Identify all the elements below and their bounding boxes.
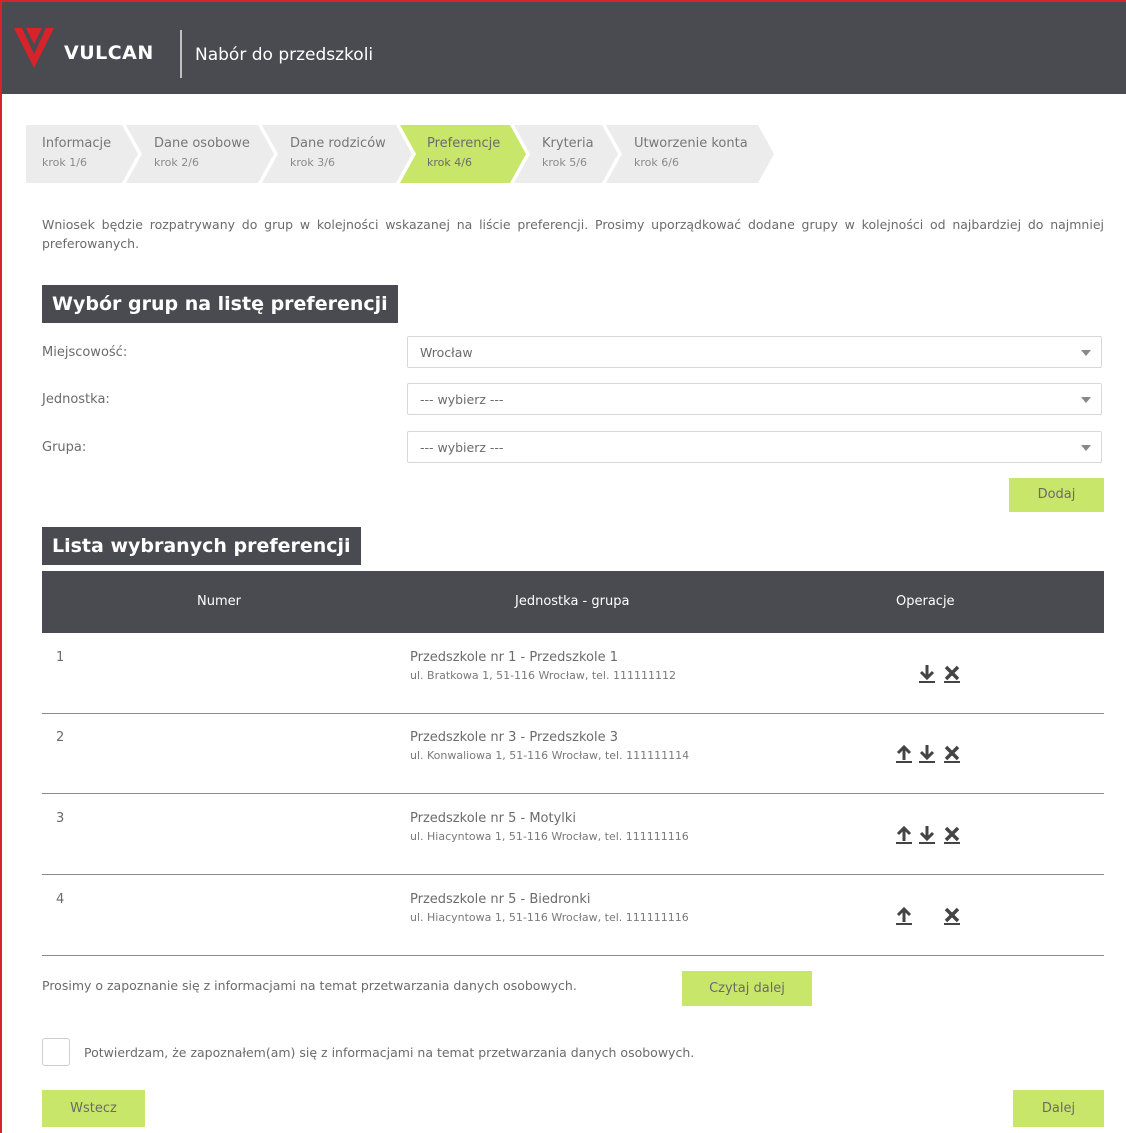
step-4-sub: krok 4/6 <box>427 156 472 169</box>
row-unit-name: Przedszkole nr 5 - Motylki <box>410 811 577 826</box>
row-unit-name: Przedszkole nr 1 - Przedszkole 1 <box>410 650 618 665</box>
privacy-confirm-label: Potwierdzam, że zapoznałem(am) się z inf… <box>84 1045 695 1060</box>
close-icon[interactable] <box>942 744 962 764</box>
city-label: Miejscowość: <box>42 345 128 360</box>
arrow-up-icon[interactable] <box>894 906 914 926</box>
row-unit-address: ul. Hiacyntowa 1, 51-116 Wrocław, tel. 1… <box>410 830 689 843</box>
step-2-title: Dane osobowe <box>154 136 250 151</box>
chevron-down-icon <box>1081 445 1091 451</box>
step-5-title: Kryteria <box>542 136 594 151</box>
step-4-title: Preferencje <box>427 136 501 151</box>
step-1-title: Informacje <box>42 136 112 151</box>
step-1-sub: krok 1/6 <box>42 156 87 169</box>
step-2[interactable]: Dane osobowe krok 2/6 <box>136 125 266 183</box>
step-3-title: Dane rodziców <box>290 136 386 151</box>
table-header: Numer Jednostka - grupa Operacje <box>42 571 1104 633</box>
back-button[interactable]: Wstecz <box>42 1090 145 1127</box>
selection-section-title: Wybór grup na listę preferencji <box>42 285 398 323</box>
vulcan-logo-icon <box>14 28 54 68</box>
city-select[interactable]: Wrocław <box>407 336 1102 368</box>
chevron-down-icon <box>1081 350 1091 356</box>
step-6[interactable]: Utworzenie konta krok 6/6 <box>616 125 766 183</box>
step-4-active[interactable]: Preferencje krok 4/6 <box>410 125 520 183</box>
app-title: Nabór do przedszkoli <box>195 45 374 65</box>
arrow-up-icon[interactable] <box>894 744 914 764</box>
step-5-sub: krok 5/6 <box>542 156 587 169</box>
privacy-confirm-checkbox[interactable] <box>42 1038 70 1066</box>
table-row: 3 Przedszkole nr 5 - Motylki ul. Hiacynt… <box>42 795 1104 875</box>
arrow-up-icon[interactable] <box>894 825 914 845</box>
logo-text: VULCAN <box>64 42 154 64</box>
close-icon[interactable] <box>942 664 962 684</box>
app-header: VULCAN Nabór do przedszkoli <box>2 2 1126 94</box>
step-3-sub: krok 3/6 <box>290 156 335 169</box>
arrow-down-icon[interactable] <box>917 664 937 684</box>
intro-text: Wniosek będzie rozpatrywany do grup w ko… <box>42 217 1104 251</box>
header-divider <box>180 30 182 78</box>
row-number: 1 <box>56 650 65 665</box>
privacy-info-text: Prosimy o zapoznanie się z informacjami … <box>42 978 577 993</box>
group-label: Grupa: <box>42 440 87 455</box>
list-section-title: Lista wybranych preferencji <box>42 527 361 565</box>
unit-select-value: --- wybierz --- <box>420 392 504 407</box>
city-select-value: Wrocław <box>420 345 473 360</box>
close-icon[interactable] <box>942 906 962 926</box>
step-6-title: Utworzenie konta <box>634 136 748 151</box>
table-row: 1 Przedszkole nr 1 - Przedszkole 1 ul. B… <box>42 634 1104 714</box>
row-unit-name: Przedszkole nr 5 - Biedronki <box>410 892 591 907</box>
row-unit-address: ul. Bratkowa 1, 51-116 Wrocław, tel. 111… <box>410 669 676 682</box>
step-2-sub: krok 2/6 <box>154 156 199 169</box>
step-3[interactable]: Dane rodziców krok 3/6 <box>272 125 402 183</box>
read-more-button[interactable]: Czytaj dalej <box>682 971 812 1006</box>
column-header-number: Numer <box>197 594 241 609</box>
unit-label: Jednostka: <box>42 392 110 407</box>
column-header-unit-group: Jednostka - grupa <box>515 594 630 609</box>
group-select-value: --- wybierz --- <box>420 440 504 455</box>
row-unit-address: ul. Konwaliowa 1, 51-116 Wrocław, tel. 1… <box>410 749 690 762</box>
row-number: 4 <box>56 892 65 907</box>
close-icon[interactable] <box>942 825 962 845</box>
column-header-operations: Operacje <box>896 594 955 609</box>
group-select[interactable]: --- wybierz --- <box>407 431 1102 463</box>
row-number: 3 <box>56 811 65 826</box>
chevron-down-icon <box>1081 397 1091 403</box>
table-row: 4 Przedszkole nr 5 - Biedronki ul. Hiacy… <box>42 876 1104 956</box>
step-1[interactable]: Informacje krok 1/6 <box>26 125 126 183</box>
next-button[interactable]: Dalej <box>1013 1090 1104 1127</box>
arrow-down-icon[interactable] <box>917 744 937 764</box>
unit-select[interactable]: --- wybierz --- <box>407 383 1102 415</box>
step-6-sub: krok 6/6 <box>634 156 679 169</box>
table-row: 2 Przedszkole nr 3 - Przedszkole 3 ul. K… <box>42 714 1104 794</box>
arrow-down-icon[interactable] <box>917 825 937 845</box>
row-unit-name: Przedszkole nr 3 - Przedszkole 3 <box>410 730 618 745</box>
row-number: 2 <box>56 730 65 745</box>
step-5[interactable]: Kryteria krok 5/6 <box>524 125 610 183</box>
row-unit-address: ul. Hiacyntowa 1, 51-116 Wrocław, tel. 1… <box>410 911 689 924</box>
add-button[interactable]: Dodaj <box>1009 478 1104 512</box>
